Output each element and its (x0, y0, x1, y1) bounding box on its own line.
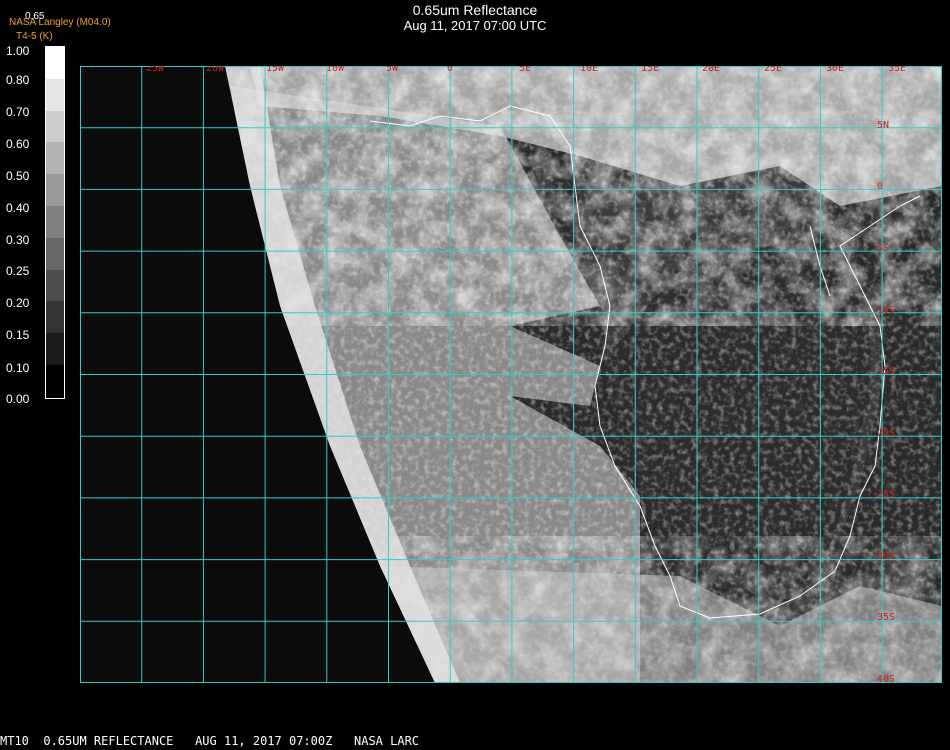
colorbar-label: 0.15 (6, 328, 30, 342)
latitude-label: 25S (877, 489, 895, 500)
latitude-label: 5S (877, 243, 889, 254)
colorbar-label: 0.40 (6, 201, 30, 215)
colorbar-label: 0.50 (6, 169, 30, 183)
longitude-label: 25W (146, 66, 165, 74)
colorbar-label: 0.20 (6, 296, 30, 310)
longitude-label: 25E (764, 66, 782, 74)
colorbar-label: 0.60 (6, 137, 30, 151)
colorbar-label: 0.70 (6, 105, 30, 119)
colorbar-label: 0.00 (6, 392, 30, 406)
latitude-label: 5N (877, 120, 889, 131)
latitude-label: 10S (877, 305, 895, 316)
longitude-label: 10W (326, 66, 345, 74)
latitude-label: 35S (877, 612, 895, 623)
credit-label: NASA Langley (M04.0) (9, 17, 111, 28)
longitude-label: 5W (386, 66, 399, 74)
latitude-label: 30S (877, 551, 895, 562)
colorbar-label: 0.80 (6, 73, 30, 87)
longitude-label: 35E (888, 66, 906, 74)
colorbar-label: 0.30 (6, 233, 30, 247)
latitude-label: 0 (877, 181, 883, 192)
longitude-label: 15W (266, 66, 285, 74)
colorbar-label: 0.10 (6, 361, 30, 375)
colorbar (45, 46, 65, 399)
satellite-map[interactable]: 25W 20W 15W 10W 5W 0 5E 10E 15E 20E 25E 30E 35E 5N 0 5S… (80, 66, 942, 683)
latitude-label: 15S (877, 366, 895, 377)
page-subtitle: Aug 11, 2017 07:00 UTC (403, 18, 547, 33)
colorbar-label: 1.00 (6, 44, 30, 58)
colorbar-label: 0.25 (6, 264, 30, 278)
longitude-label: 30E (826, 66, 844, 74)
longitude-label: 5E (519, 66, 531, 74)
longitude-label: 20E (702, 66, 720, 74)
page-title: 0.65um Reflectance (412, 2, 538, 18)
latitude-label: 20S (877, 428, 895, 439)
latitude-label: 40S (877, 674, 895, 683)
longitude-label: 0 (447, 66, 453, 74)
longitude-label: 15E (641, 66, 659, 74)
footer-caption: MT10 0.65UM REFLECTANCE AUG 11, 2017 07:… (0, 734, 420, 748)
map-svg: 25W 20W 15W 10W 5W 0 5E 10E 15E 20E 25E 30E 35E 5N 0 5S… (80, 66, 942, 683)
longitude-label: 10E (580, 66, 598, 74)
longitude-label: 20W (206, 66, 225, 74)
credit-unit-label: T4-5 (K) (16, 31, 53, 42)
